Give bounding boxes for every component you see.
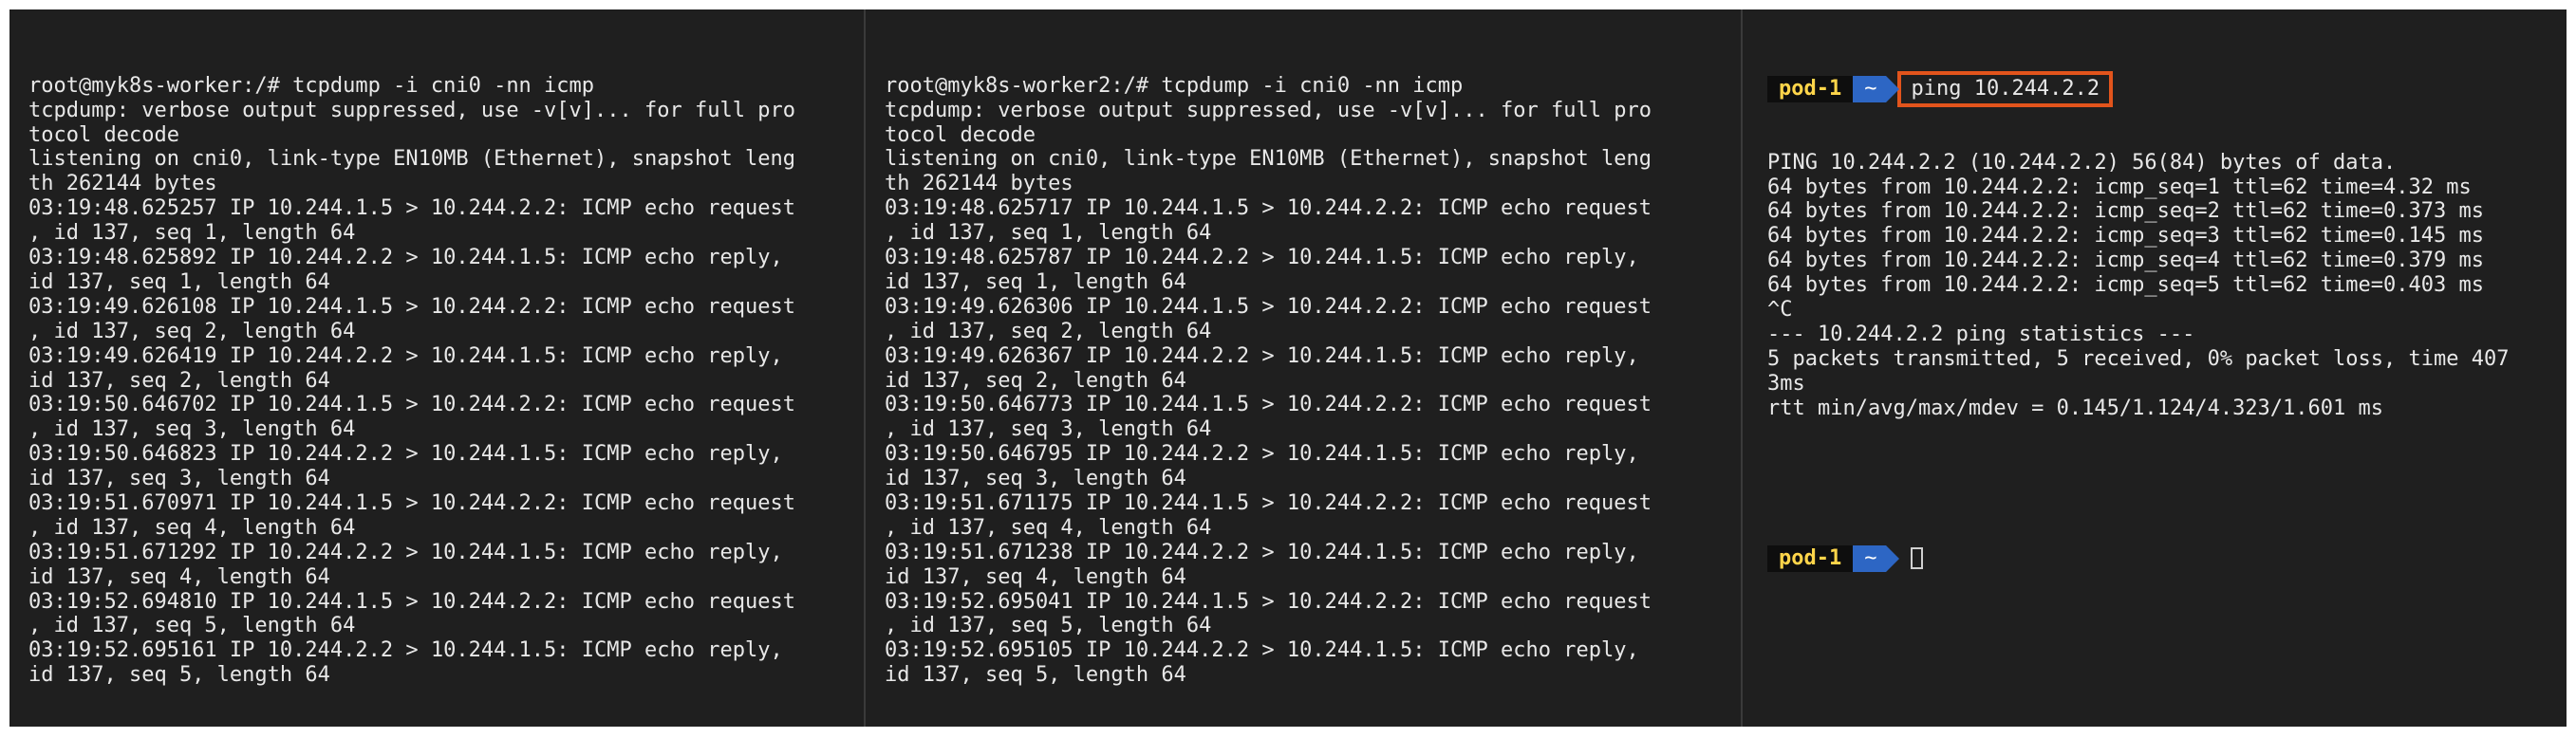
- terminal-line: 64 bytes from 10.244.2.2: icmp_seq=1 ttl…: [1767, 175, 2472, 199]
- terminal-line: 03:19:48.625787 IP 10.244.2.2 > 10.244.1…: [885, 246, 1639, 270]
- terminal-line: 03:19:48.625892 IP 10.244.2.2 > 10.244.1…: [28, 246, 783, 270]
- terminal-line: id 137, seq 2, length 64: [885, 368, 1186, 393]
- terminal-line: tocol decode: [885, 122, 1036, 147]
- terminal-line: 64 bytes from 10.244.2.2: icmp_seq=5 ttl…: [1767, 273, 2484, 298]
- ping-output: PING 10.244.2.2 (10.244.2.2) 56(84) byte…: [1767, 151, 2567, 421]
- terminal-line: listening on cni0, link-type EN10MB (Eth…: [28, 147, 795, 172]
- terminal-line: , id 137, seq 4, length 64: [885, 515, 1212, 540]
- terminal-pane-pod[interactable]: pod-1 ~ ping 10.244.2.2 PING 10.244.2.2 (…: [1743, 9, 2567, 727]
- terminal-line: 03:19:48.625717 IP 10.244.1.5 > 10.244.2…: [885, 196, 1652, 221]
- terminal-line: 03:19:52.695105 IP 10.244.2.2 > 10.244.1…: [885, 638, 1639, 663]
- prompt-host-segment: pod-1: [1767, 75, 1854, 102]
- terminal-line: id 137, seq 3, length 64: [885, 467, 1186, 491]
- terminal-line: 5 packets transmitted, 5 received, 0% pa…: [1767, 346, 2510, 371]
- terminal-line: , id 137, seq 1, length 64: [28, 221, 356, 246]
- prompt-line: pod-1 ~ ping 10.244.2.2: [1767, 70, 2567, 107]
- terminal-line: id 137, seq 4, length 64: [28, 564, 330, 589]
- terminal-line: listening on cni0, link-type EN10MB (Eth…: [885, 147, 1652, 172]
- prompt-line-current: pod-1 ~: [1767, 544, 2567, 574]
- terminal-line: rtt min/avg/max/mdev = 0.145/1.124/4.323…: [1767, 396, 2384, 420]
- prompt-host-segment: pod-1: [1767, 544, 1854, 572]
- terminal-line: 03:19:51.670971 IP 10.244.1.5 > 10.244.2…: [28, 490, 795, 515]
- prompt-dir-segment: ~: [1853, 544, 1900, 572]
- terminal-line: 03:19:49.626367 IP 10.244.2.2 > 10.244.1…: [885, 343, 1639, 368]
- terminal-line: 03:19:50.646823 IP 10.244.2.2 > 10.244.1…: [28, 442, 783, 467]
- terminal-line: id 137, seq 1, length 64: [28, 269, 330, 294]
- terminal-line: 03:19:52.695041 IP 10.244.1.5 > 10.244.2…: [885, 589, 1652, 614]
- terminal-line: root@myk8s-worker:/# tcpdump -i cni0 -nn…: [28, 73, 595, 98]
- terminal-pane-worker[interactable]: root@myk8s-worker:/# tcpdump -i cni0 -nn…: [9, 9, 864, 727]
- prompt-dir-segment: ~: [1853, 75, 1900, 102]
- terminal-line: PING 10.244.2.2 (10.244.2.2) 56(84) byte…: [1767, 150, 2397, 175]
- terminal-line: id 137, seq 4, length 64: [885, 564, 1186, 589]
- terminal-line: , id 137, seq 5, length 64: [885, 614, 1212, 638]
- terminal-line: root@myk8s-worker2:/# tcpdump -i cni0 -n…: [885, 73, 1464, 98]
- terminal-line: id 137, seq 5, length 64: [885, 663, 1186, 688]
- terminal-line: tcpdump: verbose output suppressed, use …: [885, 98, 1652, 122]
- terminal-line: tocol decode: [28, 122, 179, 147]
- terminal-line: 03:19:52.695161 IP 10.244.2.2 > 10.244.1…: [28, 638, 783, 663]
- terminal-line: tcpdump: verbose output suppressed, use …: [28, 98, 795, 122]
- terminal-line: --- 10.244.2.2 ping statistics ---: [1767, 322, 2195, 346]
- terminal-line: ^C: [1767, 297, 1793, 322]
- terminal-window: root@myk8s-worker:/# tcpdump -i cni0 -nn…: [9, 9, 2567, 727]
- terminal-line: 03:19:50.646795 IP 10.244.2.2 > 10.244.1…: [885, 442, 1639, 467]
- terminal-line: , id 137, seq 3, length 64: [28, 417, 356, 442]
- terminal-line: 03:19:51.671175 IP 10.244.1.5 > 10.244.2…: [885, 490, 1652, 515]
- terminal-line: 03:19:51.671292 IP 10.244.2.2 > 10.244.1…: [28, 540, 783, 564]
- terminal-line: 64 bytes from 10.244.2.2: icmp_seq=3 ttl…: [1767, 224, 2484, 249]
- terminal-line: , id 137, seq 2, length 64: [885, 319, 1212, 343]
- highlighted-command: ping 10.244.2.2: [1897, 70, 2114, 107]
- terminal-line: 03:19:49.626306 IP 10.244.1.5 > 10.244.2…: [885, 294, 1652, 319]
- terminal-output-worker: root@myk8s-worker:/# tcpdump -i cni0 -nn…: [28, 74, 864, 688]
- terminal-line: 03:19:49.626419 IP 10.244.2.2 > 10.244.1…: [28, 343, 783, 368]
- terminal-line: 03:19:49.626108 IP 10.244.1.5 > 10.244.2…: [28, 294, 795, 319]
- terminal-line: th 262144 bytes: [885, 172, 1073, 196]
- terminal-line: 3ms: [1767, 371, 1805, 396]
- terminal-line: , id 137, seq 4, length 64: [28, 515, 356, 540]
- terminal-line: id 137, seq 1, length 64: [885, 269, 1186, 294]
- terminal-line: , id 137, seq 1, length 64: [885, 221, 1212, 246]
- terminal-line: 64 bytes from 10.244.2.2: icmp_seq=4 ttl…: [1767, 249, 2484, 273]
- terminal-line: 03:19:50.646773 IP 10.244.1.5 > 10.244.2…: [885, 393, 1652, 417]
- terminal-line: 64 bytes from 10.244.2.2: icmp_seq=2 ttl…: [1767, 199, 2484, 224]
- terminal-pane-worker2[interactable]: root@myk8s-worker2:/# tcpdump -i cni0 -n…: [866, 9, 1741, 727]
- cursor-icon: [1911, 547, 1924, 570]
- terminal-line: , id 137, seq 3, length 64: [885, 417, 1212, 442]
- terminal-line: id 137, seq 5, length 64: [28, 663, 330, 688]
- terminal-line: 03:19:52.694810 IP 10.244.1.5 > 10.244.2…: [28, 589, 795, 614]
- terminal-line: th 262144 bytes: [28, 172, 217, 196]
- terminal-line: 03:19:51.671238 IP 10.244.2.2 > 10.244.1…: [885, 540, 1639, 564]
- terminal-line: 03:19:48.625257 IP 10.244.1.5 > 10.244.2…: [28, 196, 795, 221]
- terminal-line: , id 137, seq 5, length 64: [28, 614, 356, 638]
- terminal-output-worker2: root@myk8s-worker2:/# tcpdump -i cni0 -n…: [885, 74, 1741, 688]
- terminal-line: 03:19:50.646702 IP 10.244.1.5 > 10.244.2…: [28, 393, 795, 417]
- terminal-line: id 137, seq 3, length 64: [28, 467, 330, 491]
- terminal-line: , id 137, seq 2, length 64: [28, 319, 356, 343]
- terminal-line: id 137, seq 2, length 64: [28, 368, 330, 393]
